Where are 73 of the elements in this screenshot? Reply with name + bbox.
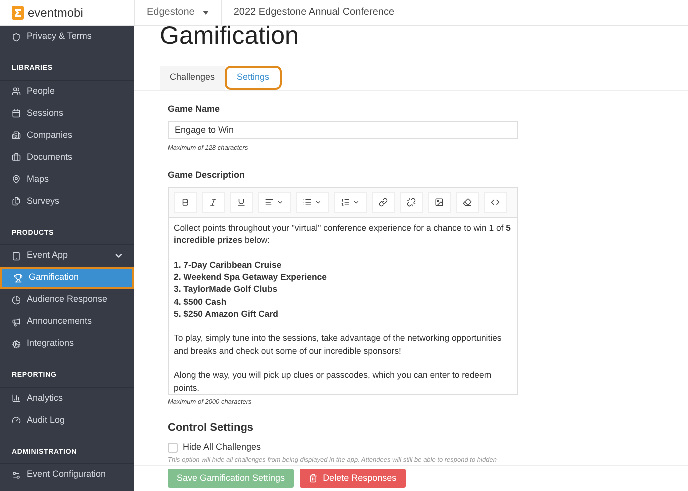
sidebar-item[interactable]: Companies bbox=[0, 124, 134, 146]
tablet-icon bbox=[12, 252, 21, 260]
code-icon bbox=[491, 198, 500, 207]
megaphone-icon bbox=[12, 318, 21, 326]
sidebar-item[interactable]: People bbox=[0, 80, 134, 102]
link-icon bbox=[379, 198, 388, 207]
numbered-list-icon bbox=[341, 198, 350, 207]
sidebar-item[interactable]: Documents bbox=[0, 146, 134, 168]
align-icon bbox=[265, 198, 274, 207]
prize-line: 4. $500 Cash bbox=[174, 296, 228, 308]
field-label: Game Description bbox=[168, 169, 246, 182]
tab[interactable]: Settings bbox=[225, 66, 282, 90]
description-paragraph: Collect points throughout your "virtual" conference experience for a chance to win 1 of 5 incredible prizes below: bbox=[174, 222, 512, 246]
toolbar-button[interactable] bbox=[230, 192, 253, 213]
gauge-icon bbox=[12, 416, 21, 425]
prize-line: 5. $250 Amazon Gift Card bbox=[174, 308, 280, 320]
files-icon bbox=[12, 197, 21, 206]
sidebar-item[interactable]: Maps bbox=[0, 168, 134, 190]
trash-icon bbox=[309, 474, 318, 483]
unlink-icon bbox=[407, 198, 416, 207]
sidebar-item[interactable]: Privacy & Terms bbox=[0, 26, 134, 48]
bar-chart-icon bbox=[12, 394, 21, 403]
logo-icon bbox=[12, 6, 24, 20]
calendar-icon bbox=[12, 109, 21, 118]
building-icon bbox=[12, 131, 21, 140]
sidebar-item[interactable]: Event Configuration bbox=[0, 464, 134, 486]
checkbox-label: Hide All Challenges bbox=[183, 441, 262, 454]
shield-icon bbox=[12, 32, 21, 42]
toolbar-button[interactable] bbox=[428, 192, 451, 213]
tab[interactable]: Challenges bbox=[160, 66, 226, 90]
toolbar-button[interactable] bbox=[174, 192, 197, 213]
toolbar-button[interactable] bbox=[372, 192, 395, 213]
description-paragraph: Along the way, you will pick up clues or passcodes, which you can enter to redeem points. bbox=[174, 369, 493, 394]
prize-line: 3. TaylorMade Golf Clubs bbox=[174, 283, 279, 296]
field-label: Game Name bbox=[168, 103, 222, 116]
prize-line: 2. Weekend Spa Getaway Experience bbox=[174, 270, 328, 284]
event-name: 2022 Edgestone Annual Conference bbox=[220, 0, 407, 25]
pie-chart-icon bbox=[12, 296, 21, 304]
rich-text-editor[interactable] bbox=[168, 186, 518, 395]
sidebar-item[interactable]: Integrations bbox=[0, 333, 134, 355]
sidebar-item[interactable]: Event App bbox=[0, 245, 134, 267]
chevron-icon bbox=[114, 251, 124, 261]
eraser-icon bbox=[463, 198, 472, 207]
image-icon bbox=[435, 198, 444, 207]
logo-text: eventmobi bbox=[28, 4, 84, 22]
toolbar-button[interactable] bbox=[400, 192, 423, 213]
organization-dropdown[interactable]: Edgestone bbox=[134, 0, 221, 25]
caret-icon bbox=[315, 198, 322, 206]
prize-line: 1. 7-Day Caribbean Cruise bbox=[174, 258, 283, 271]
game-name-field[interactable]: Engage to Win bbox=[168, 120, 518, 138]
toolbar-button[interactable] bbox=[334, 192, 367, 213]
briefcase-icon bbox=[12, 153, 21, 162]
sidebar-item[interactable]: Analytics bbox=[0, 388, 134, 410]
caret-icon bbox=[277, 198, 284, 206]
page-title: Gamification bbox=[159, 23, 300, 49]
toolbar-button[interactable] bbox=[456, 192, 479, 213]
sidebar-item[interactable]: Audit Log bbox=[0, 410, 134, 432]
section-heading: Control Settings bbox=[168, 420, 255, 436]
sidebar-item[interactable]: Announcements bbox=[0, 311, 134, 333]
trophy-icon bbox=[14, 274, 23, 282]
people-icon bbox=[12, 87, 21, 96]
caret-icon bbox=[353, 198, 360, 206]
map-pin-icon bbox=[12, 175, 21, 184]
sidebar-item[interactable]: Surveys bbox=[0, 190, 134, 212]
sidebar-item[interactable]: Sessions bbox=[0, 102, 134, 124]
checkbox[interactable] bbox=[168, 442, 178, 453]
caret-icon bbox=[202, 10, 209, 14]
bullet-list-icon bbox=[303, 198, 312, 207]
sidebar-item[interactable]: Audience Response bbox=[0, 289, 134, 311]
bold-icon bbox=[181, 198, 190, 207]
italic-icon bbox=[209, 198, 218, 207]
description-paragraph: To play, simply tune into the sessions, take advantage of the networking opportunities and breaks and check out some of our incredible sponsors! bbox=[174, 332, 503, 358]
underline-icon bbox=[237, 198, 246, 207]
